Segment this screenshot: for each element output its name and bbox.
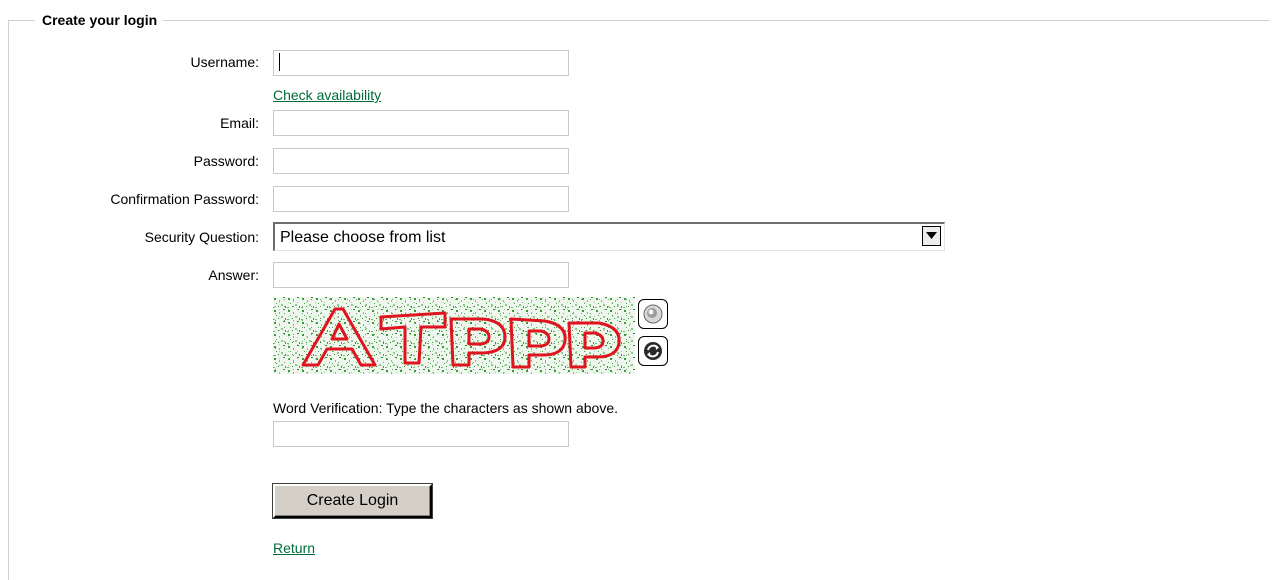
word-verification-hint: Word Verification: Type the characters a… xyxy=(273,400,619,416)
security-question-select[interactable]: Please choose from list xyxy=(273,222,945,251)
confirm-password-input[interactable] xyxy=(273,186,569,212)
form-legend: Create your login xyxy=(35,11,164,29)
captcha-refresh-button[interactable] xyxy=(638,336,668,366)
answer-label: Answer: xyxy=(208,267,259,283)
create-login-button[interactable]: Create Login xyxy=(273,484,432,518)
form-frame-top-border xyxy=(8,20,1270,21)
captcha-image xyxy=(273,297,635,374)
form-frame-left-border xyxy=(8,20,9,580)
chevron-down-icon[interactable] xyxy=(922,226,941,246)
confirm-password-label: Confirmation Password: xyxy=(110,191,259,207)
captcha-audio-button[interactable] xyxy=(638,299,668,329)
security-question-label: Security Question: xyxy=(144,229,259,245)
username-label: Username: xyxy=(190,54,259,70)
answer-input[interactable] xyxy=(273,262,569,288)
username-input[interactable] xyxy=(273,50,569,76)
refresh-icon xyxy=(644,342,662,360)
password-label: Password: xyxy=(193,153,259,169)
captcha-input[interactable] xyxy=(273,421,569,447)
check-availability-link[interactable]: Check availability xyxy=(273,86,381,104)
speaker-icon xyxy=(643,304,663,324)
return-link[interactable]: Return xyxy=(273,539,315,557)
security-question-selected-value: Please choose from list xyxy=(280,229,446,246)
text-caret xyxy=(279,53,280,71)
email-input[interactable] xyxy=(273,110,569,136)
password-input[interactable] xyxy=(273,148,569,174)
email-label: Email: xyxy=(220,115,259,131)
